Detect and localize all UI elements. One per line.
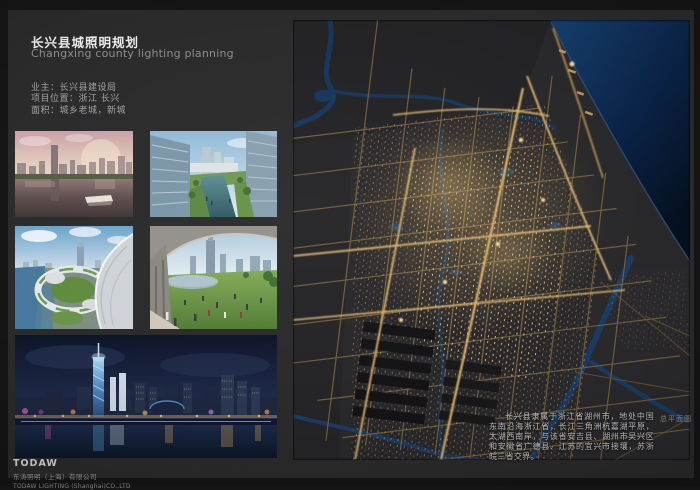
map-caption: 总平面图: [660, 414, 692, 424]
info-location: 项目位置：浙江 长兴: [31, 94, 126, 105]
photo-night-waterfront-image: [15, 335, 277, 458]
photo-canal-buildings: [150, 131, 277, 217]
master-plan-map-image: [293, 20, 690, 460]
company-name-en: TODAW LIGHTING (Shanghai)CO.,LTD: [13, 483, 131, 490]
photo-night-waterfront: [15, 335, 277, 458]
photo-park-canopy: [150, 226, 277, 329]
photo-aerial-complex-image: [15, 226, 133, 329]
company-logo-text: TODAW: [13, 458, 131, 469]
photo-aerial-complex: [15, 226, 133, 329]
info-area: 面积：城乡老城，新城: [31, 106, 126, 117]
photo-river-skyline-image: [15, 131, 133, 217]
presentation-sheet: 长兴县城照明规划 Changxing county lighting plann…: [0, 0, 700, 486]
master-plan-map: [293, 20, 690, 460]
company-footer: TODAW 东涛照明（上海）有限公司 TODAW LIGHTING (Shang…: [13, 458, 131, 490]
photo-river-skyline: [15, 131, 133, 217]
page-subtitle: Changxing county lighting planning: [31, 47, 234, 60]
project-info: 业主：长兴县建设局 项目位置：浙江 长兴 面积：城乡老城，新城: [31, 83, 126, 117]
photo-canal-buildings-image: [150, 131, 277, 217]
photo-park-canopy-image: [150, 226, 277, 329]
map-description: 长兴县隶属于浙江省湖州市，地处中国东南沿海浙江省，长江三角洲杭嘉湖平原，太湖西南…: [489, 412, 654, 462]
info-owner: 业主：长兴县建设局: [31, 83, 126, 94]
company-name-cn: 东涛照明（上海）有限公司: [13, 471, 131, 481]
